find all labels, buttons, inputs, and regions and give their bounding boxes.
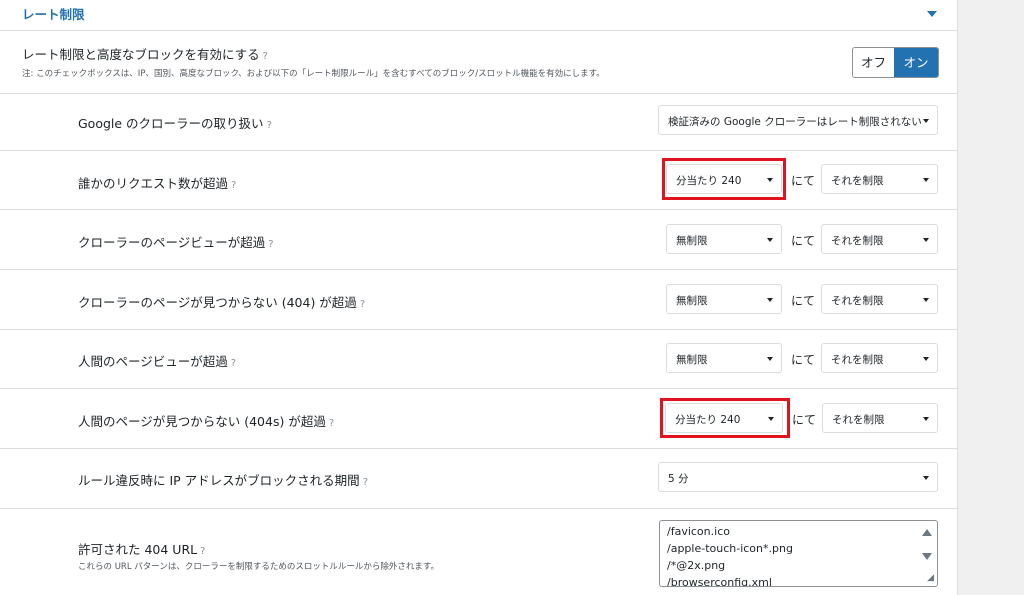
google-select[interactable]: 検証済みの Google クローラーはレート制限されない [658, 105, 938, 135]
dropdown-caret-icon [923, 357, 929, 361]
block-period-select[interactable]: 5 分 [658, 462, 938, 492]
connector-text: にて [791, 353, 816, 367]
requests-action-value: それを制限 [831, 175, 884, 187]
resize-handle-icon[interactable]: ◢ [927, 573, 934, 583]
allowed-404-textarea[interactable]: /favicon.ico /apple-touch-icon*.png /*@2… [659, 520, 938, 587]
enable-note: 注: このチェックボックスは、IP、国別、高度なブロック、および以下の「レート制… [22, 69, 605, 79]
human-views-label-text: 人間のページビューが超過 [78, 354, 228, 369]
highlight-box [660, 398, 790, 438]
url-line: /browserconfig.xml [667, 576, 772, 587]
enable-toggle[interactable]: オフ オン [852, 47, 939, 78]
allowed-404-label-text: 許可された 404 URL [78, 542, 198, 557]
help-icon[interactable]: ? [263, 51, 268, 62]
dropdown-caret-icon [923, 298, 929, 302]
human-404-action-select[interactable]: それを制限 [822, 403, 938, 433]
help-icon[interactable]: ? [231, 180, 236, 191]
dropdown-caret-icon [767, 357, 773, 361]
dropdown-caret-icon [923, 238, 929, 242]
dropdown-caret-icon [767, 238, 773, 242]
crawler-404-label: クローラーのページが見つからない (404) が超過? [78, 292, 365, 311]
connector-text: にて [791, 294, 816, 308]
human-views-select[interactable]: 無制限 [666, 343, 782, 373]
help-icon[interactable]: ? [363, 477, 368, 488]
scroll-up-icon[interactable] [922, 529, 932, 536]
dropdown-caret-icon [923, 417, 929, 421]
requests-action-select[interactable]: それを制限 [821, 164, 938, 194]
dropdown-caret-icon [923, 178, 929, 182]
connector-text: にて [792, 413, 817, 427]
human-views-value: 無制限 [676, 354, 708, 366]
crawler-404-label-text: クローラーのページが見つからない (404) が超過 [78, 295, 357, 310]
dropdown-caret-icon [767, 298, 773, 302]
crawler-views-select[interactable]: 無制限 [666, 224, 782, 254]
chevron-down-icon[interactable] [927, 11, 937, 17]
block-period-value: 5 分 [668, 473, 689, 485]
toggle-on-button[interactable]: オン [894, 48, 938, 77]
enable-label-text: レート制限と高度なブロックを有効にする [22, 47, 260, 62]
crawler-views-label-text: クローラーのページビューが超過 [78, 235, 266, 250]
human-404-label-text: 人間のページが見つからない (404s) が超過 [78, 414, 326, 429]
toggle-off-button[interactable]: オフ [853, 48, 894, 77]
help-icon[interactable]: ? [268, 239, 273, 250]
allowed-404-note: これらの URL パターンは、クローラーを制限するためのスロットルルールから除外… [78, 562, 439, 572]
rate-limit-panel: レート制限 レート制限と高度なブロックを有効にする? 注: このチェックボックス… [0, 0, 958, 595]
scroll-down-icon[interactable] [922, 553, 932, 560]
enable-label: レート制限と高度なブロックを有効にする? [22, 44, 268, 63]
human-views-action-select[interactable]: それを制限 [821, 343, 938, 373]
block-period-label: ルール違反時に IP アドレスがブロックされる期間? [78, 470, 368, 489]
help-icon[interactable]: ? [329, 418, 334, 429]
enable-row: レート制限と高度なブロックを有効にする? 注: このチェックボックスは、IP、国… [0, 31, 957, 94]
help-icon[interactable]: ? [200, 546, 205, 557]
human-404-action-value: それを制限 [832, 414, 885, 426]
crawler-404-action-select[interactable]: それを制限 [821, 284, 938, 314]
crawler-404-select[interactable]: 無制限 [666, 284, 782, 314]
connector-text: にて [791, 174, 816, 188]
requests-label: 誰かのリクエスト数が超過? [78, 173, 236, 192]
url-line: /apple-touch-icon*.png [667, 542, 793, 555]
google-label-text: Google のクローラーの取り扱い [78, 116, 264, 131]
human-views-label: 人間のページビューが超過? [78, 351, 236, 370]
help-icon[interactable]: ? [231, 358, 236, 369]
google-select-value: 検証済みの Google クローラーはレート制限されない [668, 116, 922, 128]
highlight-box [662, 158, 786, 200]
google-label: Google のクローラーの取り扱い? [78, 113, 272, 132]
crawler-views-action-select[interactable]: それを制限 [821, 224, 938, 254]
crawler-404-action-value: それを制限 [831, 295, 884, 307]
crawler-404-value: 無制限 [676, 295, 708, 307]
requests-label-text: 誰かのリクエスト数が超過 [78, 176, 229, 191]
dropdown-caret-icon [923, 476, 929, 480]
crawler-views-label: クローラーのページビューが超過? [78, 232, 274, 251]
url-line: /*@2x.png [667, 559, 726, 572]
crawler-views-action-value: それを制限 [831, 235, 884, 247]
block-period-label-text: ルール違反時に IP アドレスがブロックされる期間 [78, 473, 360, 488]
dropdown-caret-icon [923, 119, 929, 123]
human-views-action-value: それを制限 [831, 354, 884, 366]
human-404-label: 人間のページが見つからない (404s) が超過? [78, 411, 334, 430]
allowed-404-label: 許可された 404 URL? [78, 539, 205, 558]
connector-text: にて [791, 234, 816, 248]
crawler-views-value: 無制限 [676, 235, 708, 247]
section-header[interactable]: レート制限 [0, 0, 957, 31]
help-icon[interactable]: ? [267, 120, 272, 131]
section-title: レート制限 [22, 7, 85, 22]
help-icon[interactable]: ? [360, 299, 365, 310]
url-line: /favicon.ico [667, 525, 730, 538]
